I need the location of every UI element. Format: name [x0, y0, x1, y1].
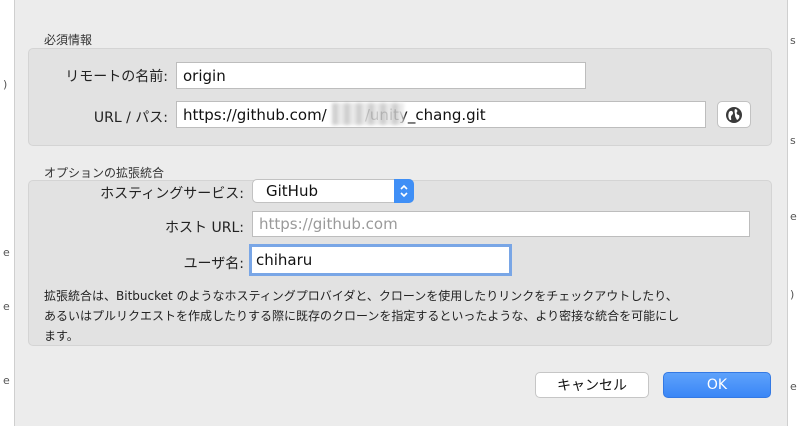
url-label: URL / パス: [93, 110, 168, 126]
background-glyph: e [3, 300, 10, 313]
background-glyph: e [790, 210, 797, 223]
host-url-label: ホスト URL: [165, 220, 244, 236]
remote-name-label: リモートの名前: [65, 69, 168, 85]
globe-icon [726, 106, 742, 123]
background-glyph: s [790, 34, 796, 47]
description-line: ます。 [44, 329, 79, 343]
optional-section-title: オプションの拡張統合 [44, 166, 165, 180]
background-glyph: ) [3, 78, 8, 91]
background-glyph: s [790, 134, 796, 147]
background-glyph: ) [790, 288, 795, 301]
background-glyph: e [3, 374, 10, 387]
redacted-username-blur [332, 103, 404, 125]
integration-description: 拡張統合は、Bitbucket のようなホスティングプロバイダと、クローンを使用… [44, 286, 764, 346]
description-line: あるいはプルリクエストを作成したりする際に既存のクローンを指定するといったような… [44, 309, 680, 323]
background-glyph: e [3, 246, 10, 259]
ok-button[interactable]: OK [663, 372, 771, 398]
host-url-input[interactable] [252, 211, 750, 237]
hosting-service-value: GitHub [266, 182, 318, 200]
background-window-left: ) e e e [0, 0, 15, 426]
background-window-right: s s e ) e [787, 0, 800, 426]
username-input[interactable] [249, 244, 512, 276]
chevron-up-down-icon [394, 179, 414, 203]
cancel-button[interactable]: キャンセル [535, 372, 649, 398]
background-glyph: e [790, 380, 797, 393]
browse-remote-button[interactable] [717, 101, 751, 128]
required-section-title: 必須情報 [44, 33, 93, 47]
hosting-service-label: ホスティングサービス: [100, 186, 244, 202]
description-line: 拡張統合は、Bitbucket のようなホスティングプロバイダと、クローンを使用… [44, 289, 678, 303]
hosting-service-select[interactable]: GitHub [252, 179, 414, 203]
remote-name-input[interactable] [176, 62, 586, 89]
url-input[interactable] [176, 101, 706, 128]
username-label: ユーザ名: [183, 256, 244, 272]
